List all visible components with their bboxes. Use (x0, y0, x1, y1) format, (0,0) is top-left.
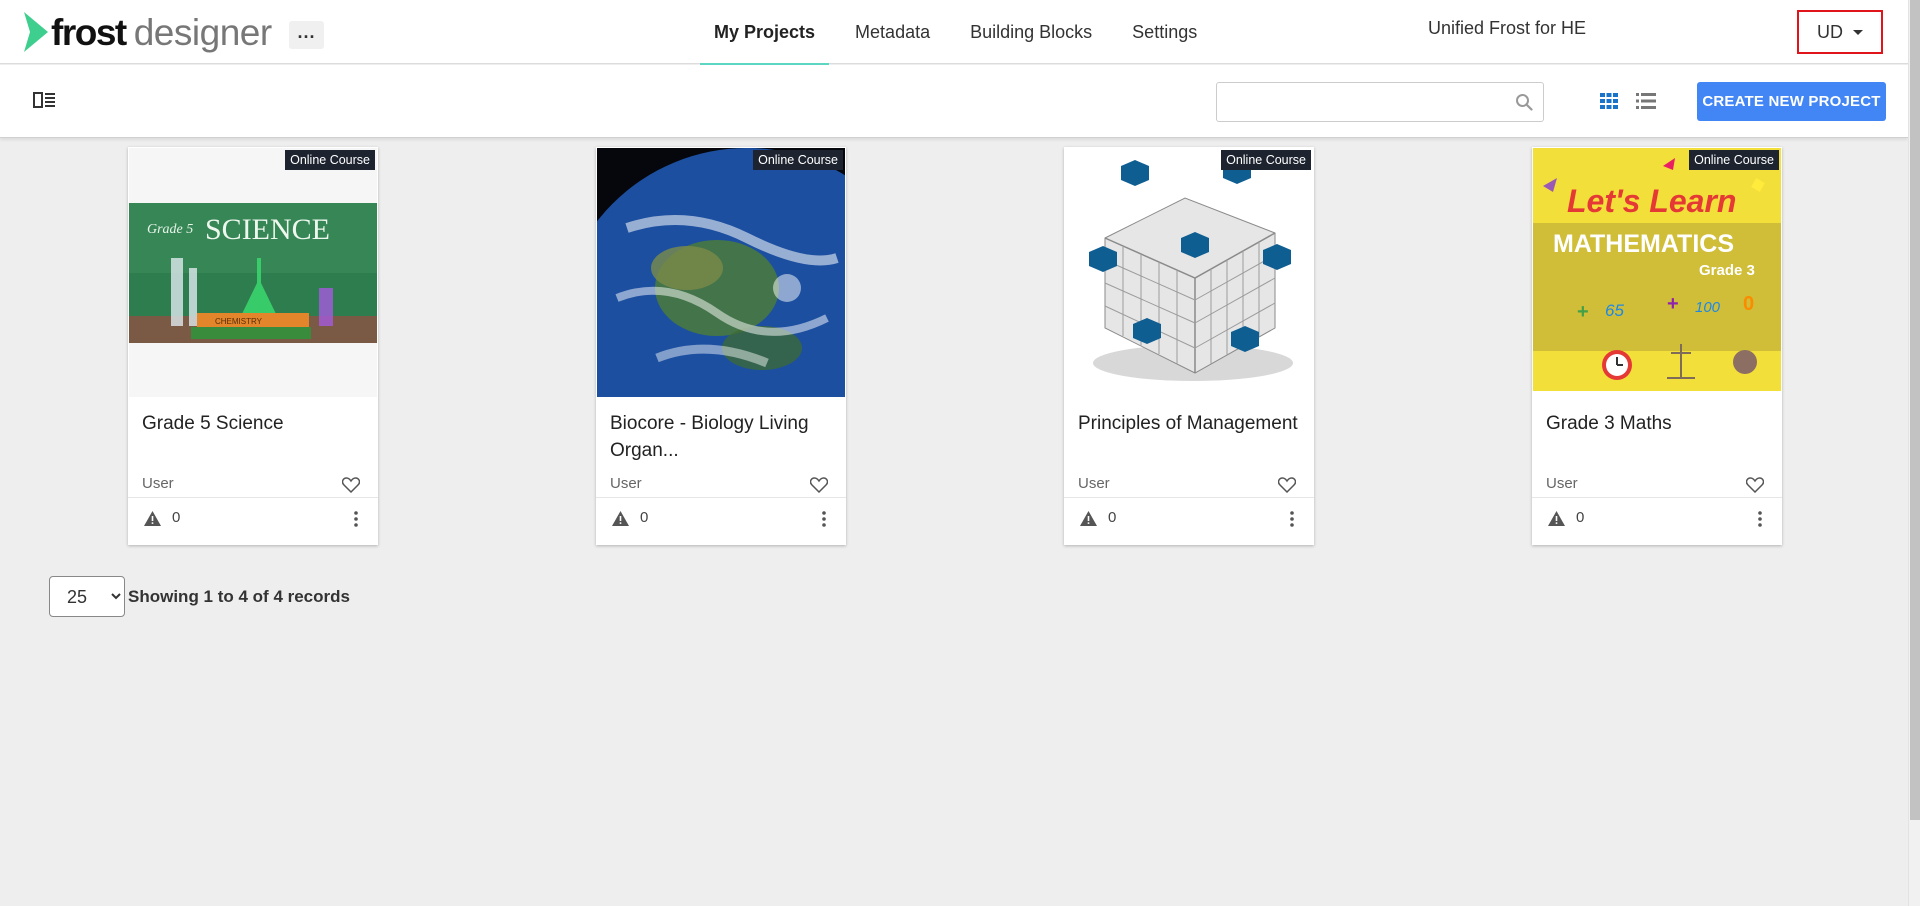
card-divider (596, 497, 846, 498)
project-title[interactable]: Biocore - Biology Living Organ... (610, 410, 835, 464)
favorite-heart-icon[interactable] (342, 477, 360, 493)
create-new-project-button[interactable]: CREATE NEW PROJECT (1697, 82, 1886, 121)
project-title[interactable]: Grade 5 Science (142, 410, 367, 437)
maths-heading-text: Let's Learn (1567, 183, 1736, 219)
nav-settings[interactable]: Settings (1118, 0, 1211, 64)
frost-designer-logo[interactable]: frost designer (22, 10, 272, 54)
online-course-badge: Online Course (285, 150, 375, 170)
project-card-grade-5-science[interactable]: Grade 5 SCIENCE CHEMISTRY Online Course … (128, 147, 378, 545)
science-grade-text: Grade 5 (147, 222, 193, 237)
favorite-heart-icon[interactable] (1746, 477, 1764, 493)
project-card-grade-3-maths[interactable]: Let's Learn MATHEMATICS Grade 3 65 100 +… (1532, 147, 1782, 545)
nav-building-blocks[interactable]: Building Blocks (956, 0, 1106, 64)
online-course-badge: Online Course (1689, 150, 1779, 170)
science-title-text: SCIENCE (205, 213, 330, 246)
project-owner: User (1078, 475, 1110, 492)
search-icon[interactable] (1515, 93, 1533, 111)
project-title[interactable]: Grade 3 Maths (1546, 410, 1771, 437)
project-owner: User (1546, 475, 1578, 492)
project-card-principles-of-management[interactable]: Online Course Principles of Management U… (1064, 147, 1314, 545)
online-course-badge: Online Course (1221, 150, 1311, 170)
warning-icon (1548, 511, 1565, 526)
card-divider (1064, 497, 1314, 498)
page-size-select[interactable]: 10 25 50 100 (49, 576, 125, 617)
logo-chevron-icon (24, 12, 48, 52)
warning-icon (1080, 511, 1097, 526)
project-thumbnail-maths[interactable]: Let's Learn MATHEMATICS Grade 3 65 100 +… (1533, 148, 1781, 397)
maths-digits-text: 65 (1605, 301, 1624, 320)
nav-my-projects[interactable]: My Projects (700, 0, 830, 65)
svg-text:+: + (1577, 301, 1589, 323)
main-nav: My Projects Metadata Building Blocks Set… (700, 0, 1223, 65)
warning-icon (612, 511, 629, 526)
tenant-name[interactable]: Unified Frost for HE (1428, 18, 1586, 39)
panel-toggle-icon[interactable] (33, 90, 57, 110)
maths-grade-text: Grade 3 (1699, 262, 1755, 279)
project-thumbnail-earth[interactable]: Online Course (597, 148, 845, 397)
more-options-icon[interactable] (1290, 511, 1294, 527)
card-divider (1532, 497, 1782, 498)
nav-metadata[interactable]: Metadata (841, 0, 944, 64)
search-input[interactable] (1227, 83, 1507, 119)
more-options-icon[interactable] (1758, 511, 1762, 527)
warning-count: 0 (172, 509, 181, 526)
warning-count: 0 (1576, 509, 1585, 526)
page-scrollbar[interactable] (1908, 0, 1920, 906)
card-divider (128, 497, 378, 498)
user-menu-button[interactable]: UD (1797, 10, 1883, 54)
warning-count: 0 (640, 509, 649, 526)
svg-text:+: + (1667, 293, 1679, 315)
favorite-heart-icon[interactable] (810, 477, 828, 493)
online-course-badge: Online Course (753, 150, 843, 170)
more-menu-button[interactable]: ... (289, 21, 324, 49)
warning-icon (144, 511, 161, 526)
logo-brand: frost (51, 11, 127, 53)
projects-toolbar: CREATE NEW PROJECT (0, 65, 1908, 138)
favorite-heart-icon[interactable] (1278, 477, 1296, 493)
project-thumbnail-science[interactable]: Grade 5 SCIENCE CHEMISTRY Online Course (129, 148, 377, 397)
project-owner: User (142, 475, 174, 492)
search-box (1216, 82, 1544, 122)
logo-product: designer (133, 11, 272, 53)
user-initials: UD (1817, 21, 1843, 42)
science-book-text: CHEMISTRY (215, 317, 263, 326)
warning-count: 0 (1108, 509, 1117, 526)
maths-title-text: MATHEMATICS (1553, 230, 1734, 258)
caret-down-icon (1853, 29, 1863, 35)
project-owner: User (610, 475, 642, 492)
more-options-icon[interactable] (354, 511, 358, 527)
scrollbar-thumb[interactable] (1910, 0, 1920, 820)
grid-view-icon[interactable] (1600, 93, 1618, 109)
svg-text:0: 0 (1743, 293, 1754, 315)
records-summary: Showing 1 to 4 of 4 records (128, 587, 350, 606)
project-card-biocore[interactable]: Online Course Biocore - Biology Living O… (596, 147, 846, 545)
top-navbar: frost designer ... My Projects Metadata … (0, 0, 1908, 65)
more-options-icon[interactable] (822, 511, 826, 527)
project-thumbnail-cubes[interactable]: Online Course (1065, 148, 1313, 397)
maths-digits-text: 100 (1695, 299, 1721, 316)
list-view-icon[interactable] (1636, 93, 1656, 109)
project-title[interactable]: Principles of Management (1078, 410, 1303, 437)
